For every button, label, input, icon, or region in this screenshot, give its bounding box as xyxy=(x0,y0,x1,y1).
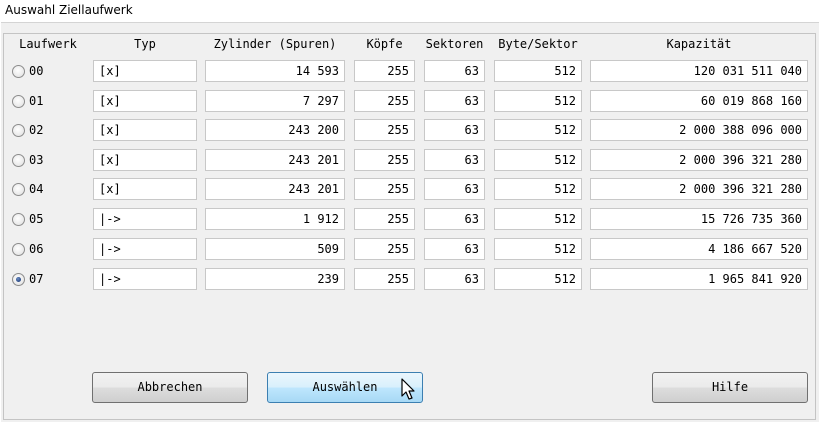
drive-radio-04[interactable] xyxy=(12,183,25,196)
heads-field[interactable]: 255 xyxy=(354,208,415,230)
type-field[interactable]: [x] xyxy=(93,119,197,141)
bytes-per-sector-field[interactable]: 512 xyxy=(494,268,582,290)
drive-radio-05[interactable] xyxy=(12,213,25,226)
drive-row: 07 |-> 239 255 63 512 1 965 841 920 xyxy=(1,268,819,290)
header-heads: Köpfe xyxy=(366,37,403,51)
cylinders-field[interactable]: 243 201 xyxy=(205,178,345,200)
drive-label[interactable]: 04 xyxy=(29,182,43,196)
cylinders-field[interactable]: 14 593 xyxy=(205,60,345,82)
bytes-per-sector-field[interactable]: 512 xyxy=(494,208,582,230)
sectors-field[interactable]: 63 xyxy=(424,149,485,171)
sectors-field[interactable]: 63 xyxy=(424,90,485,112)
drive-label[interactable]: 07 xyxy=(29,272,43,286)
drive-label[interactable]: 02 xyxy=(29,123,43,137)
header-sectors: Sektoren xyxy=(425,37,484,51)
drive-radio-07[interactable] xyxy=(12,273,25,286)
capacity-field[interactable]: 15 726 735 360 xyxy=(590,208,808,230)
header-cylinders: Zylinder (Spuren) xyxy=(213,37,337,51)
heads-field[interactable]: 255 xyxy=(354,178,415,200)
select-button[interactable]: Auswählen xyxy=(267,372,423,403)
drive-label[interactable]: 00 xyxy=(29,64,43,78)
title-bar: Auswahl Ziellaufwerk xyxy=(0,0,820,22)
bytes-per-sector-field[interactable]: 512 xyxy=(494,119,582,141)
sectors-field[interactable]: 63 xyxy=(424,268,485,290)
capacity-field[interactable]: 2 000 388 096 000 xyxy=(590,119,808,141)
drive-row: 04 [x] 243 201 255 63 512 2 000 396 321 … xyxy=(1,178,819,200)
type-field[interactable]: |-> xyxy=(93,268,197,290)
sectors-field[interactable]: 63 xyxy=(424,208,485,230)
cylinders-field[interactable]: 239 xyxy=(205,268,345,290)
heads-field[interactable]: 255 xyxy=(354,149,415,171)
cylinders-field[interactable]: 243 201 xyxy=(205,149,345,171)
drive-radio-03[interactable] xyxy=(12,154,25,167)
drive-radio-01[interactable] xyxy=(12,95,25,108)
bytes-per-sector-field[interactable]: 512 xyxy=(494,178,582,200)
bytes-per-sector-field[interactable]: 512 xyxy=(494,60,582,82)
bytes-per-sector-field[interactable]: 512 xyxy=(494,90,582,112)
drive-radio-00[interactable] xyxy=(12,65,25,78)
type-field[interactable]: |-> xyxy=(93,208,197,230)
mouse-pointer-icon xyxy=(401,378,415,400)
heads-field[interactable]: 255 xyxy=(354,238,415,260)
heads-field[interactable]: 255 xyxy=(354,119,415,141)
drive-label[interactable]: 03 xyxy=(29,153,43,167)
header-capacity: Kapazität xyxy=(666,37,732,51)
heads-field[interactable]: 255 xyxy=(354,268,415,290)
drive-radio-06[interactable] xyxy=(12,243,25,256)
cylinders-field[interactable]: 509 xyxy=(205,238,345,260)
capacity-field[interactable]: 4 186 667 520 xyxy=(590,238,808,260)
cancel-button[interactable]: Abbrechen xyxy=(92,372,248,403)
drive-row: 03 [x] 243 201 255 63 512 2 000 396 321 … xyxy=(1,149,819,171)
drive-label[interactable]: 06 xyxy=(29,242,43,256)
type-field[interactable]: [x] xyxy=(93,149,197,171)
drive-row: 01 [x] 7 297 255 63 512 60 019 868 160 xyxy=(1,90,819,112)
drive-row: 05 |-> 1 912 255 63 512 15 726 735 360 xyxy=(1,208,819,230)
cylinders-field[interactable]: 1 912 xyxy=(205,208,345,230)
type-field[interactable]: |-> xyxy=(93,238,197,260)
bytes-per-sector-field[interactable]: 512 xyxy=(494,149,582,171)
cylinders-field[interactable]: 243 200 xyxy=(205,119,345,141)
heads-field[interactable]: 255 xyxy=(354,90,415,112)
drive-label[interactable]: 01 xyxy=(29,94,43,108)
type-field[interactable]: [x] xyxy=(93,60,197,82)
header-bytes-per-sector: Byte/Sektor xyxy=(498,37,578,51)
heads-field[interactable]: 255 xyxy=(354,60,415,82)
drive-radio-02[interactable] xyxy=(12,124,25,137)
type-field[interactable]: [x] xyxy=(93,90,197,112)
type-field[interactable]: [x] xyxy=(93,178,197,200)
sectors-field[interactable]: 63 xyxy=(424,238,485,260)
dialog-client-area: Laufwerk Typ Zylinder (Spuren) Köpfe Sek… xyxy=(1,22,819,422)
drive-label[interactable]: 05 xyxy=(29,212,43,226)
drive-row: 02 [x] 243 200 255 63 512 2 000 388 096 … xyxy=(1,119,819,141)
sectors-field[interactable]: 63 xyxy=(424,60,485,82)
capacity-field[interactable]: 2 000 396 321 280 xyxy=(590,178,808,200)
window-title: Auswahl Ziellaufwerk xyxy=(5,3,133,17)
capacity-field[interactable]: 120 031 511 040 xyxy=(590,60,808,82)
header-type: Typ xyxy=(134,37,156,51)
bytes-per-sector-field[interactable]: 512 xyxy=(494,238,582,260)
capacity-field[interactable]: 1 965 841 920 xyxy=(590,268,808,290)
capacity-field[interactable]: 2 000 396 321 280 xyxy=(590,149,808,171)
sectors-field[interactable]: 63 xyxy=(424,119,485,141)
drive-row: 06 |-> 509 255 63 512 4 186 667 520 xyxy=(1,238,819,260)
header-drive: Laufwerk xyxy=(19,37,77,51)
drive-row: 00 [x] 14 593 255 63 512 120 031 511 040 xyxy=(1,60,819,82)
capacity-field[interactable]: 60 019 868 160 xyxy=(590,90,808,112)
help-button[interactable]: Hilfe xyxy=(652,372,808,403)
cylinders-field[interactable]: 7 297 xyxy=(205,90,345,112)
sectors-field[interactable]: 63 xyxy=(424,178,485,200)
